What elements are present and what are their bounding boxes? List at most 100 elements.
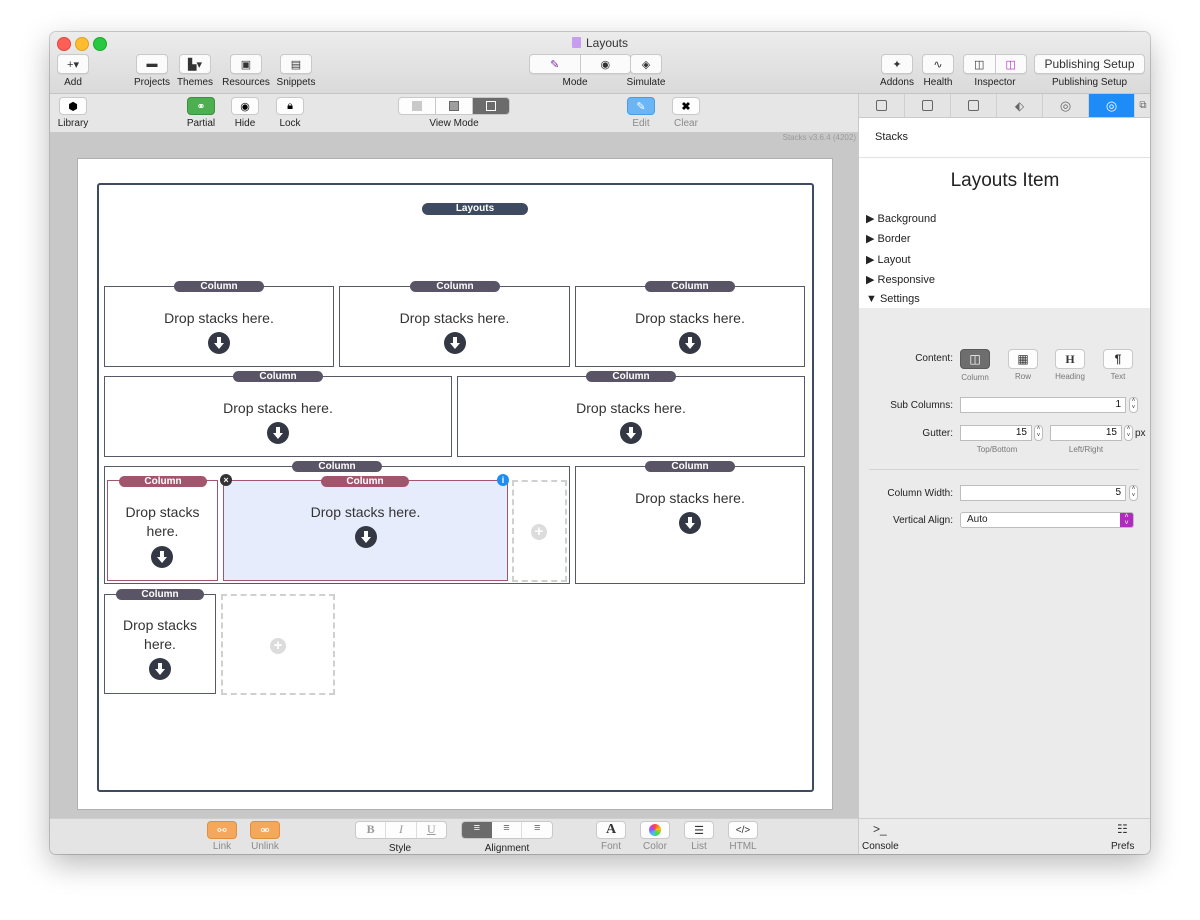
italic-icon[interactable]: I — [386, 822, 417, 838]
add-subcolumn-placeholder[interactable]: + — [512, 480, 567, 582]
column-label[interactable]: Column — [586, 371, 676, 382]
clear-button[interactable]: ✖ — [672, 97, 700, 115]
inspector-segmented-control[interactable]: ◫ ◫ — [963, 54, 1027, 74]
group-background[interactable]: ▶ Background — [866, 212, 936, 225]
column-label-selected[interactable]: Column — [321, 476, 409, 487]
library-label: Library — [57, 118, 89, 129]
content-column-button[interactable]: ◫ — [960, 349, 990, 369]
style-segmented-control[interactable]: B I U — [355, 821, 447, 839]
link-icon: ⚯ — [217, 824, 227, 837]
partial-button[interactable]: ⚭ — [187, 97, 215, 115]
view-mode-outline-icon[interactable] — [436, 98, 473, 114]
tab-stacks[interactable]: ◎ — [1089, 94, 1135, 117]
sub-columns-label: Sub Columns: — [890, 400, 953, 411]
list-button[interactable]: ☰ — [684, 821, 714, 839]
layouts-label[interactable]: Layouts — [422, 203, 528, 215]
column-r1-c1[interactable]: Drop stacks here. — [104, 286, 334, 367]
column-label[interactable]: Column — [645, 461, 735, 472]
sidebar-left-icon[interactable]: ◫ — [964, 55, 996, 73]
view-mode-wireframe-icon[interactable] — [473, 98, 509, 114]
unlink-button[interactable]: ⚮ — [250, 821, 280, 839]
library-button[interactable]: ⬢ — [59, 97, 87, 115]
add-button[interactable]: +▾ — [57, 54, 89, 74]
sub-columns-stepper[interactable]: ˄ ˅ — [1129, 397, 1138, 413]
sub-columns-field[interactable]: 1 — [960, 397, 1126, 413]
tab-header[interactable] — [951, 94, 997, 117]
column-label[interactable]: Column — [116, 589, 204, 600]
publishing-setup-button[interactable]: Publishing Setup — [1034, 54, 1145, 74]
addons-button[interactable]: ✦ — [881, 54, 913, 74]
align-left-icon[interactable]: ≡ — [462, 822, 492, 838]
align-center-icon[interactable]: ≡ — [492, 822, 523, 838]
hide-button[interactable]: ◉ — [231, 97, 259, 115]
group-border[interactable]: ▶ Border — [866, 232, 911, 245]
themes-button[interactable]: ▙▾ — [179, 54, 211, 74]
column-r4-c1[interactable]: Drop stacks here. — [104, 594, 216, 694]
link-button[interactable]: ⚯ — [207, 821, 237, 839]
subcolumn-2-selected[interactable]: Drop stacks here. — [223, 480, 508, 581]
preview-mode-eye-icon[interactable]: ◉ — [581, 55, 631, 73]
view-mode-segmented-control[interactable] — [398, 97, 510, 115]
simulate-button[interactable]: ◈ — [630, 54, 662, 74]
info-icon[interactable]: i — [497, 474, 509, 486]
column-label-selected[interactable]: Column — [119, 476, 207, 487]
column-r1-c2[interactable]: Drop stacks here. — [339, 286, 570, 367]
tab-page-layout[interactable] — [859, 94, 905, 117]
gutter-top-bottom-stepper[interactable]: ˄ ˅ — [1034, 425, 1043, 441]
column-label[interactable]: Column — [174, 281, 264, 292]
column-width-stepper[interactable]: ˄ ˅ — [1129, 485, 1138, 501]
bold-icon[interactable]: B — [356, 822, 387, 838]
lock-button[interactable]: 🔒︎ — [276, 97, 304, 115]
html-button[interactable]: </> — [728, 821, 758, 839]
column-r2-c2[interactable]: Drop stacks here. — [457, 376, 805, 457]
content-text-button[interactable]: ¶ — [1103, 349, 1133, 369]
plus-icon[interactable]: + — [531, 524, 547, 540]
subcolumn-1[interactable]: Drop stacks here. — [107, 480, 218, 581]
plus-icon[interactable]: + — [270, 638, 286, 654]
group-responsive[interactable]: ▶ Responsive — [866, 273, 935, 286]
tab-meta[interactable]: ⬖ — [997, 94, 1043, 117]
arrow-down-icon — [267, 422, 289, 444]
gutter-left-right-field[interactable]: 15 — [1050, 425, 1122, 441]
mode-segmented-control[interactable]: ✎ ◉ — [529, 54, 631, 74]
column-label[interactable]: Column — [292, 461, 382, 472]
view-mode-filled-icon[interactable] — [399, 98, 436, 114]
column-label[interactable]: Column — [645, 281, 735, 292]
vertical-align-select[interactable]: Auto ˄ ˅ — [960, 512, 1134, 528]
align-right-icon[interactable]: ≡ — [522, 822, 552, 838]
alignment-segmented-control[interactable]: ≡ ≡ ≡ — [461, 821, 553, 839]
health-button[interactable]: ∿ — [922, 54, 954, 74]
sidebar-right-icon[interactable]: ◫ — [996, 55, 1027, 73]
color-button[interactable] — [640, 821, 670, 839]
console-label[interactable]: Console — [862, 841, 899, 852]
gutter-left-right-stepper[interactable]: ˄ ˅ — [1124, 425, 1133, 441]
tab-theme[interactable]: ◎ — [1043, 94, 1089, 117]
prefs-label[interactable]: Prefs — [1111, 841, 1134, 852]
column-r2-c1[interactable]: Drop stacks here. — [104, 376, 452, 457]
edit-mode-pencil-icon[interactable]: ✎ — [530, 55, 581, 73]
tab-sidebar[interactable] — [905, 94, 951, 117]
content-row-button[interactable]: ▦ — [1008, 349, 1038, 369]
group-settings[interactable]: ▼ Settings — [866, 293, 920, 305]
resources-button[interactable]: ▣ — [230, 54, 262, 74]
add-column-placeholder[interactable]: + — [221, 594, 335, 695]
column-width-field[interactable]: 5 — [960, 485, 1126, 501]
projects-button[interactable]: ▬ — [136, 54, 168, 74]
sliders-icon[interactable]: ☷ — [1117, 822, 1128, 836]
edit-button[interactable]: ✎ — [627, 97, 655, 115]
content-heading-button[interactable]: H — [1055, 349, 1085, 369]
tab-overflow-icon[interactable]: ⧉ — [1135, 94, 1150, 117]
console-icon[interactable]: >_ — [873, 822, 887, 836]
remove-subcolumn-icon[interactable]: × — [220, 474, 232, 486]
column-label[interactable]: Column — [410, 281, 500, 292]
page-canvas: Layouts Drop stacks here. Column Drop st… — [77, 158, 833, 810]
font-button[interactable]: A — [596, 821, 626, 839]
column-label[interactable]: Column — [233, 371, 323, 382]
column-r1-c3[interactable]: Drop stacks here. — [575, 286, 805, 367]
snippets-button[interactable]: ▤ — [280, 54, 312, 74]
underline-icon[interactable]: U — [417, 822, 446, 838]
gutter-top-bottom-field[interactable]: 15 — [960, 425, 1032, 441]
layout-icon — [876, 100, 887, 111]
group-layout[interactable]: ▶ Layout — [866, 253, 911, 266]
column-r3-c2[interactable]: Drop stacks here. — [575, 466, 805, 584]
